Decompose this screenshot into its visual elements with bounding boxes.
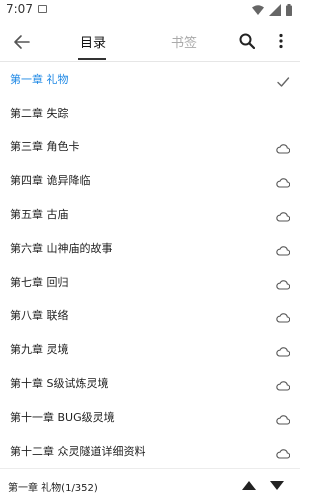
chapter-list: 第一章 礼物 第二章 失踪 第三章 角色卡 第四章 诡异降临 第五章 古庙第六章 山神庙… [0, 62, 300, 462]
search-button[interactable] [236, 30, 258, 52]
cloud-icon[interactable] [276, 343, 291, 357]
tab-bookmark[interactable]: 书签 [171, 32, 197, 51]
triangle-down-icon [270, 480, 284, 490]
scroll-down-button[interactable] [268, 477, 286, 493]
cloud-icon[interactable] [276, 377, 291, 391]
chapter-title: 第四章 诡异降临 [10, 174, 91, 188]
status-bar: 7:07 [0, 0, 300, 22]
cloud-icon[interactable] [276, 174, 291, 188]
status-icons [252, 4, 292, 16]
chapter-title: 第十一章 BUG级灵境 [10, 410, 115, 424]
chapter-title: 第二章 失踪 [10, 106, 69, 120]
chapter-title: 第八章 联络 [10, 309, 69, 323]
chapter-item[interactable]: 第四章 诡异降临 [0, 163, 300, 197]
chapter-title: 第十二章 众灵隧道详细资料 [10, 444, 146, 458]
chapter-title: 第十章 S级试炼灵境 [10, 377, 109, 391]
chapter-title: 第五章 古庙 [10, 208, 69, 222]
chapter-title: 第六章 山神庙的故事 [10, 241, 113, 255]
chapter-item[interactable]: 第十一章 BUG级灵境 [0, 400, 300, 434]
cloud-icon[interactable] [276, 309, 291, 324]
cloud-icon[interactable] [276, 411, 291, 425]
notification-icon [38, 5, 47, 13]
cloud-icon[interactable] [276, 242, 291, 256]
cloud-icon[interactable] [276, 208, 291, 222]
chapter-item[interactable]: 第十章 S级试炼灵境 [0, 366, 300, 400]
bottom-bar: 第一章 礼物(1/352) [0, 468, 300, 500]
search-icon [239, 33, 255, 49]
status-time: 7:07 [6, 2, 33, 16]
wifi-icon [252, 5, 264, 15]
chapter-title: 第一章 礼物 [10, 72, 69, 86]
chapter-item[interactable]: 第九章 灵境 [0, 332, 300, 366]
cloud-icon[interactable] [276, 445, 291, 459]
chapter-item[interactable]: 第六章 山神庙的故事 [0, 231, 300, 265]
chapter-item[interactable]: 第七章 回归 [0, 265, 300, 299]
chapter-title: 第九章 灵境 [10, 343, 69, 357]
more-vert-icon [279, 33, 283, 49]
chapter-title: 第三章 角色卡 [10, 140, 80, 154]
chapter-item[interactable]: 第二章 失踪 [0, 96, 300, 130]
scroll-up-button[interactable] [240, 477, 258, 493]
app-bar: 目录 书签 [0, 22, 300, 62]
battery-icon [286, 4, 292, 16]
signal-icon [269, 4, 281, 16]
more-options-button[interactable] [270, 30, 292, 52]
check-icon [276, 73, 290, 87]
chapter-title: 第七章 回归 [10, 275, 69, 289]
reading-progress: 第一章 礼物(1/352) [8, 483, 98, 494]
chapter-item[interactable]: 第十二章 众灵隧道详细资料 [0, 434, 300, 462]
arrow-left-icon [14, 35, 30, 49]
cloud-icon[interactable] [276, 276, 291, 290]
chapter-item[interactable]: 第八章 联络 [0, 299, 300, 333]
chapter-item[interactable]: 第一章 礼物 [0, 62, 300, 96]
cloud-icon[interactable] [276, 140, 291, 155]
chapter-item[interactable]: 第三章 角色卡 [0, 130, 300, 164]
triangle-up-icon [242, 480, 256, 490]
tab-catalog[interactable]: 目录 [80, 32, 106, 51]
active-tab-indicator [78, 58, 106, 60]
back-button[interactable] [10, 30, 34, 54]
chapter-item[interactable]: 第五章 古庙 [0, 197, 300, 231]
